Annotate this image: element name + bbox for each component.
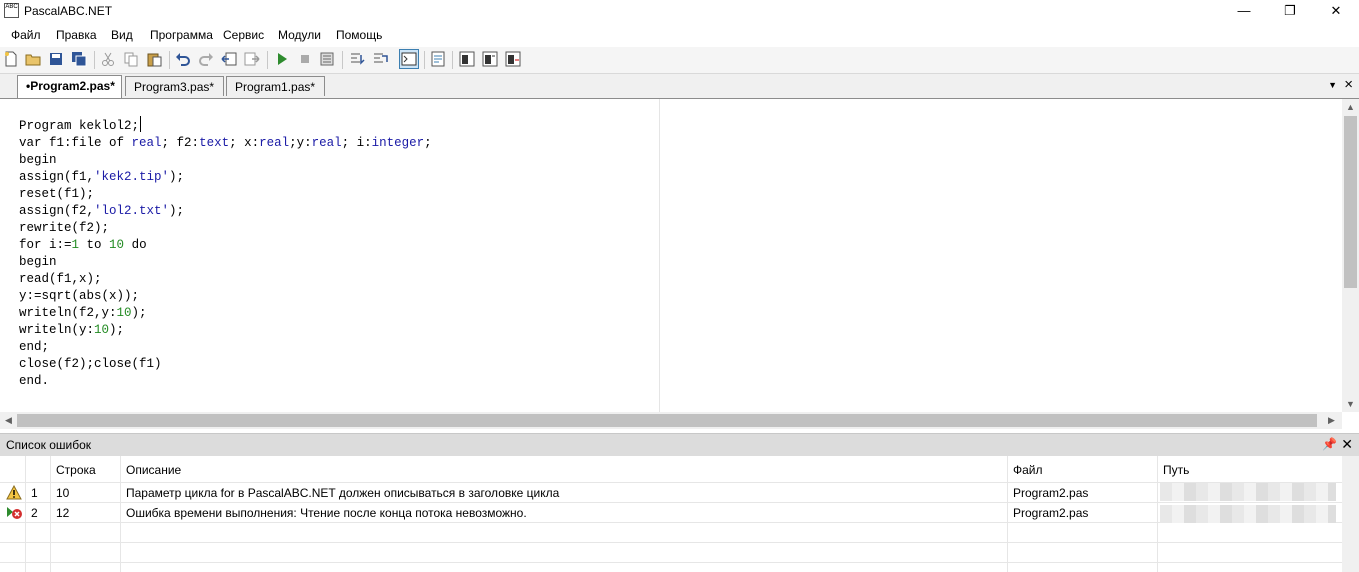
error-list-scrollbar[interactable]: [1342, 456, 1359, 572]
step-into-icon[interactable]: [349, 51, 365, 67]
menu-edit[interactable]: Правка: [56, 28, 97, 42]
new-file-icon[interactable]: [3, 51, 19, 67]
editor-tab-strip: •Program2.pas* Program3.pas* Program1.pa…: [0, 74, 1359, 99]
pin-icon[interactable]: 📌: [1322, 437, 1337, 451]
minimize-button[interactable]: —: [1221, 0, 1267, 22]
error-icon: [7, 507, 22, 519]
copy-icon[interactable]: [123, 51, 139, 67]
open-folder-icon[interactable]: [25, 51, 41, 67]
code-line: read(f1,x);: [19, 272, 102, 286]
debug-window-3-icon[interactable]: [505, 51, 521, 67]
menu-view[interactable]: Вид: [111, 28, 133, 42]
code-line: for i:=1 to 10 do: [19, 238, 147, 252]
window-title: PascalABC.NET: [24, 4, 113, 18]
tab-program2[interactable]: •Program2.pas*: [17, 75, 122, 98]
tab-program1[interactable]: Program1.pas*: [226, 76, 325, 96]
maximize-button[interactable]: ❐: [1267, 0, 1313, 22]
text-caret: [140, 116, 142, 132]
right-margin-line: [659, 99, 660, 412]
code-line: var f1:file of real; f2:text; x:real;y:r…: [19, 136, 432, 150]
code-line: end.: [19, 374, 50, 388]
debug-window-1-icon[interactable]: [459, 51, 475, 67]
title-bar: ABC PascalABC.NET — ❐ ✕: [0, 0, 1359, 22]
error-panel-header: Список ошибок 📌 ✕: [0, 433, 1359, 456]
navigate-forward-icon[interactable]: [244, 51, 260, 67]
vertical-scrollbar[interactable]: ▲ ▼: [1342, 99, 1359, 412]
horizontal-scroll-thumb[interactable]: [17, 414, 1317, 427]
menu-bar: Файл Правка Вид Программа Сервис Модули …: [0, 25, 1359, 45]
save-icon[interactable]: [48, 51, 64, 67]
step-over-icon[interactable]: [372, 51, 388, 67]
code-line: end;: [19, 340, 50, 354]
code-line: reset(f1);: [19, 187, 95, 201]
navigate-back-icon[interactable]: [221, 51, 237, 67]
scroll-left-icon[interactable]: ◀: [5, 415, 12, 426]
menu-modules[interactable]: Модули: [278, 28, 321, 42]
scroll-down-icon[interactable]: ▼: [1346, 399, 1355, 409]
tab-list-chevron-down-icon[interactable]: ▼: [1328, 80, 1337, 90]
code-line: close(f2);close(f1): [19, 357, 162, 371]
row-index: 1: [31, 486, 38, 500]
menu-program[interactable]: Программа: [150, 28, 213, 42]
form-designer-icon[interactable]: [430, 51, 446, 67]
stop-icon[interactable]: [297, 51, 313, 67]
app-logo-icon: ABC: [4, 3, 19, 18]
error-panel-title: Список ошибок: [6, 438, 92, 452]
code-line: assign(f1,'kek2.tip');: [19, 170, 185, 184]
code-line: y:=sqrt(abs(x));: [19, 289, 140, 303]
code-editor[interactable]: Program keklol2; var f1:file of real; f2…: [0, 99, 1359, 430]
toolbar: [0, 47, 1359, 74]
save-all-icon[interactable]: [71, 51, 87, 67]
warning-icon: [6, 485, 22, 500]
code-line: begin: [19, 255, 57, 269]
code-line: writeln(f2,y:10);: [19, 306, 147, 320]
code-line: writeln(y:10);: [19, 323, 125, 337]
run-icon[interactable]: [274, 51, 290, 67]
scroll-right-icon[interactable]: ▶: [1328, 415, 1335, 426]
redo-icon[interactable]: [198, 51, 214, 67]
redacted-path: [1160, 505, 1336, 523]
row-index: 2: [31, 506, 38, 520]
horizontal-scrollbar[interactable]: ◀ ▶: [0, 412, 1342, 429]
tab-close-icon[interactable]: ×: [1344, 76, 1353, 93]
row-line: 10: [56, 486, 70, 500]
menu-file[interactable]: Файл: [11, 28, 41, 42]
code-line: assign(f2,'lol2.txt');: [19, 204, 185, 218]
code-line: rewrite(f2);: [19, 221, 110, 235]
column-header-line[interactable]: Строка: [56, 463, 96, 477]
row-file: Program2.pas: [1013, 486, 1089, 500]
redacted-path: [1160, 483, 1336, 501]
column-header-file[interactable]: Файл: [1013, 463, 1043, 477]
code-line: Program keklol2;: [19, 119, 140, 133]
debug-window-2-icon[interactable]: [482, 51, 498, 67]
undo-icon[interactable]: [175, 51, 191, 67]
error-list-table: Строка Описание Файл Путь 1 10 Параметр …: [0, 456, 1359, 572]
code-text[interactable]: Program keklol2; var f1:file of real; f2…: [19, 116, 432, 390]
column-header-path[interactable]: Путь: [1163, 463, 1189, 477]
row-description: Ошибка времени выполнения: Чтение после …: [126, 506, 527, 520]
panel-close-icon[interactable]: ✕: [1341, 436, 1353, 453]
row-file: Program2.pas: [1013, 506, 1089, 520]
output-window-icon[interactable]: [399, 49, 419, 69]
paste-icon[interactable]: [146, 51, 162, 67]
menu-service[interactable]: Сервис: [223, 28, 264, 42]
code-line: begin: [19, 153, 57, 167]
row-description: Параметр цикла for в PascalABC.NET долже…: [126, 486, 560, 500]
menu-help[interactable]: Помощь: [336, 28, 382, 42]
vertical-scroll-thumb[interactable]: [1344, 116, 1357, 288]
scroll-up-icon[interactable]: ▲: [1346, 102, 1355, 112]
tab-program3[interactable]: Program3.pas*: [125, 76, 224, 96]
close-button[interactable]: ✕: [1313, 0, 1359, 22]
cut-icon[interactable]: [100, 51, 116, 67]
row-line: 12: [56, 506, 70, 520]
compile-icon[interactable]: [319, 51, 335, 67]
column-header-description[interactable]: Описание: [126, 463, 181, 477]
